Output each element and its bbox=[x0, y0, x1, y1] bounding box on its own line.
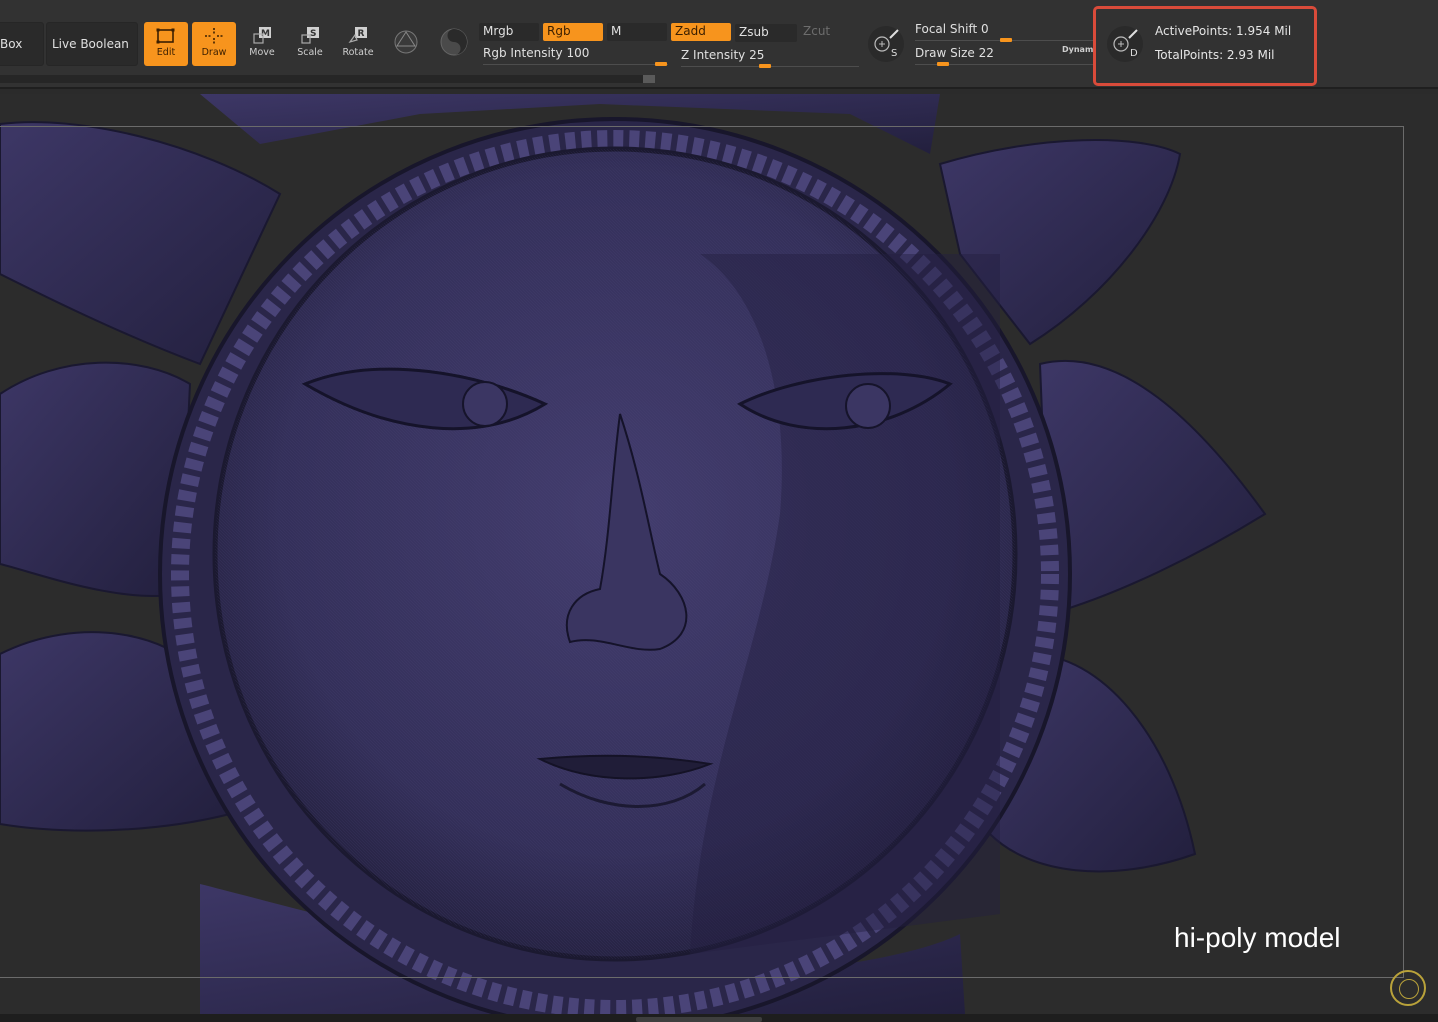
total-points-readout: TotalPoints: 2.93 Mil bbox=[1155, 48, 1275, 62]
move-icon: M bbox=[253, 27, 271, 44]
zcut-button[interactable]: Zcut bbox=[799, 23, 851, 41]
dynamic-toggle[interactable]: Dynamic bbox=[1062, 45, 1094, 54]
live-boolean-button[interactable]: Live Boolean bbox=[46, 22, 138, 66]
brush-s-icon[interactable]: S bbox=[866, 24, 906, 64]
scale-label: Scale bbox=[297, 47, 323, 58]
scale-icon: S bbox=[301, 27, 319, 44]
canvas-frame bbox=[0, 126, 1404, 978]
m-label: M bbox=[611, 24, 622, 38]
focal-shift-knob[interactable] bbox=[1000, 38, 1012, 42]
rotate-button[interactable]: R Rotate bbox=[336, 22, 380, 66]
move-button[interactable]: M Move bbox=[240, 22, 284, 66]
svg-text:S: S bbox=[891, 48, 897, 59]
draw-icon bbox=[205, 28, 223, 44]
z-intensity-slider[interactable]: Z Intensity 25 bbox=[681, 48, 764, 62]
focal-shift-label: Focal Shift bbox=[915, 22, 978, 36]
3d-viewport[interactable]: hi-poly model bbox=[0, 94, 1438, 1014]
draw-size-knob[interactable] bbox=[937, 62, 949, 66]
bottom-tray-handle[interactable] bbox=[636, 1017, 762, 1022]
scale-button[interactable]: S Scale bbox=[288, 22, 332, 66]
m-button[interactable]: M bbox=[607, 23, 667, 41]
toolbar-divider bbox=[0, 87, 1438, 89]
texture-sphere-icon[interactable] bbox=[438, 26, 470, 58]
edit-button[interactable]: Edit bbox=[144, 22, 188, 66]
rotate-icon: R bbox=[348, 27, 367, 44]
active-points-readout: ActivePoints: 1.954 Mil bbox=[1155, 24, 1292, 38]
mrgb-button[interactable]: Mrgb bbox=[479, 23, 539, 41]
focal-shift-slider[interactable]: Focal Shift 0 bbox=[915, 22, 989, 36]
rgb-intensity-track[interactable] bbox=[483, 64, 668, 65]
box-button[interactable]: Box bbox=[0, 22, 44, 66]
zcut-label: Zcut bbox=[803, 24, 831, 38]
rgb-button[interactable]: Rgb bbox=[543, 23, 603, 41]
brush-d-icon[interactable]: D bbox=[1105, 24, 1145, 64]
caption-text: hi-poly model bbox=[1174, 922, 1341, 953]
draw-size-value: 22 bbox=[978, 46, 994, 60]
toolbar-scrollbar[interactable] bbox=[0, 75, 655, 83]
rgb-intensity-label: Rgb Intensity bbox=[483, 46, 563, 60]
toolbar-scroll-thumb[interactable] bbox=[643, 75, 655, 83]
zsub-label: Zsub bbox=[739, 25, 769, 39]
z-intensity-knob[interactable] bbox=[759, 64, 771, 68]
rgb-intensity-knob[interactable] bbox=[655, 62, 667, 66]
edit-icon bbox=[156, 28, 175, 44]
svg-text:S: S bbox=[310, 29, 316, 39]
draw-size-slider[interactable]: Draw Size 22 bbox=[915, 46, 994, 60]
draw-button[interactable]: Draw bbox=[192, 22, 236, 66]
draw-label: Draw bbox=[201, 47, 227, 58]
live-boolean-label: Live Boolean bbox=[52, 37, 129, 51]
mrgb-label: Mrgb bbox=[483, 24, 514, 38]
z-intensity-value: 25 bbox=[749, 48, 765, 62]
svg-text:R: R bbox=[358, 29, 365, 39]
navigation-ring-icon[interactable] bbox=[1390, 970, 1426, 1006]
draw-size-label: Draw Size bbox=[915, 46, 975, 60]
rgb-intensity-value: 100 bbox=[566, 46, 590, 60]
box-button-label: Box bbox=[0, 37, 23, 51]
zadd-button[interactable]: Zadd bbox=[671, 23, 731, 41]
rotate-label: Rotate bbox=[342, 47, 374, 58]
zsub-button[interactable]: Zsub bbox=[735, 24, 797, 42]
focal-shift-value: 0 bbox=[981, 22, 989, 36]
material-sphere-icon[interactable] bbox=[390, 26, 422, 58]
dynamic-label: Dynamic bbox=[1062, 45, 1094, 54]
svg-text:D: D bbox=[1130, 48, 1138, 59]
rgb-intensity-slider[interactable]: Rgb Intensity 100 bbox=[483, 46, 589, 60]
z-intensity-label: Z Intensity bbox=[681, 48, 746, 62]
zadd-label: Zadd bbox=[675, 24, 706, 38]
edit-label: Edit bbox=[156, 47, 176, 58]
rgb-label: Rgb bbox=[547, 24, 571, 38]
move-label: Move bbox=[249, 47, 275, 58]
